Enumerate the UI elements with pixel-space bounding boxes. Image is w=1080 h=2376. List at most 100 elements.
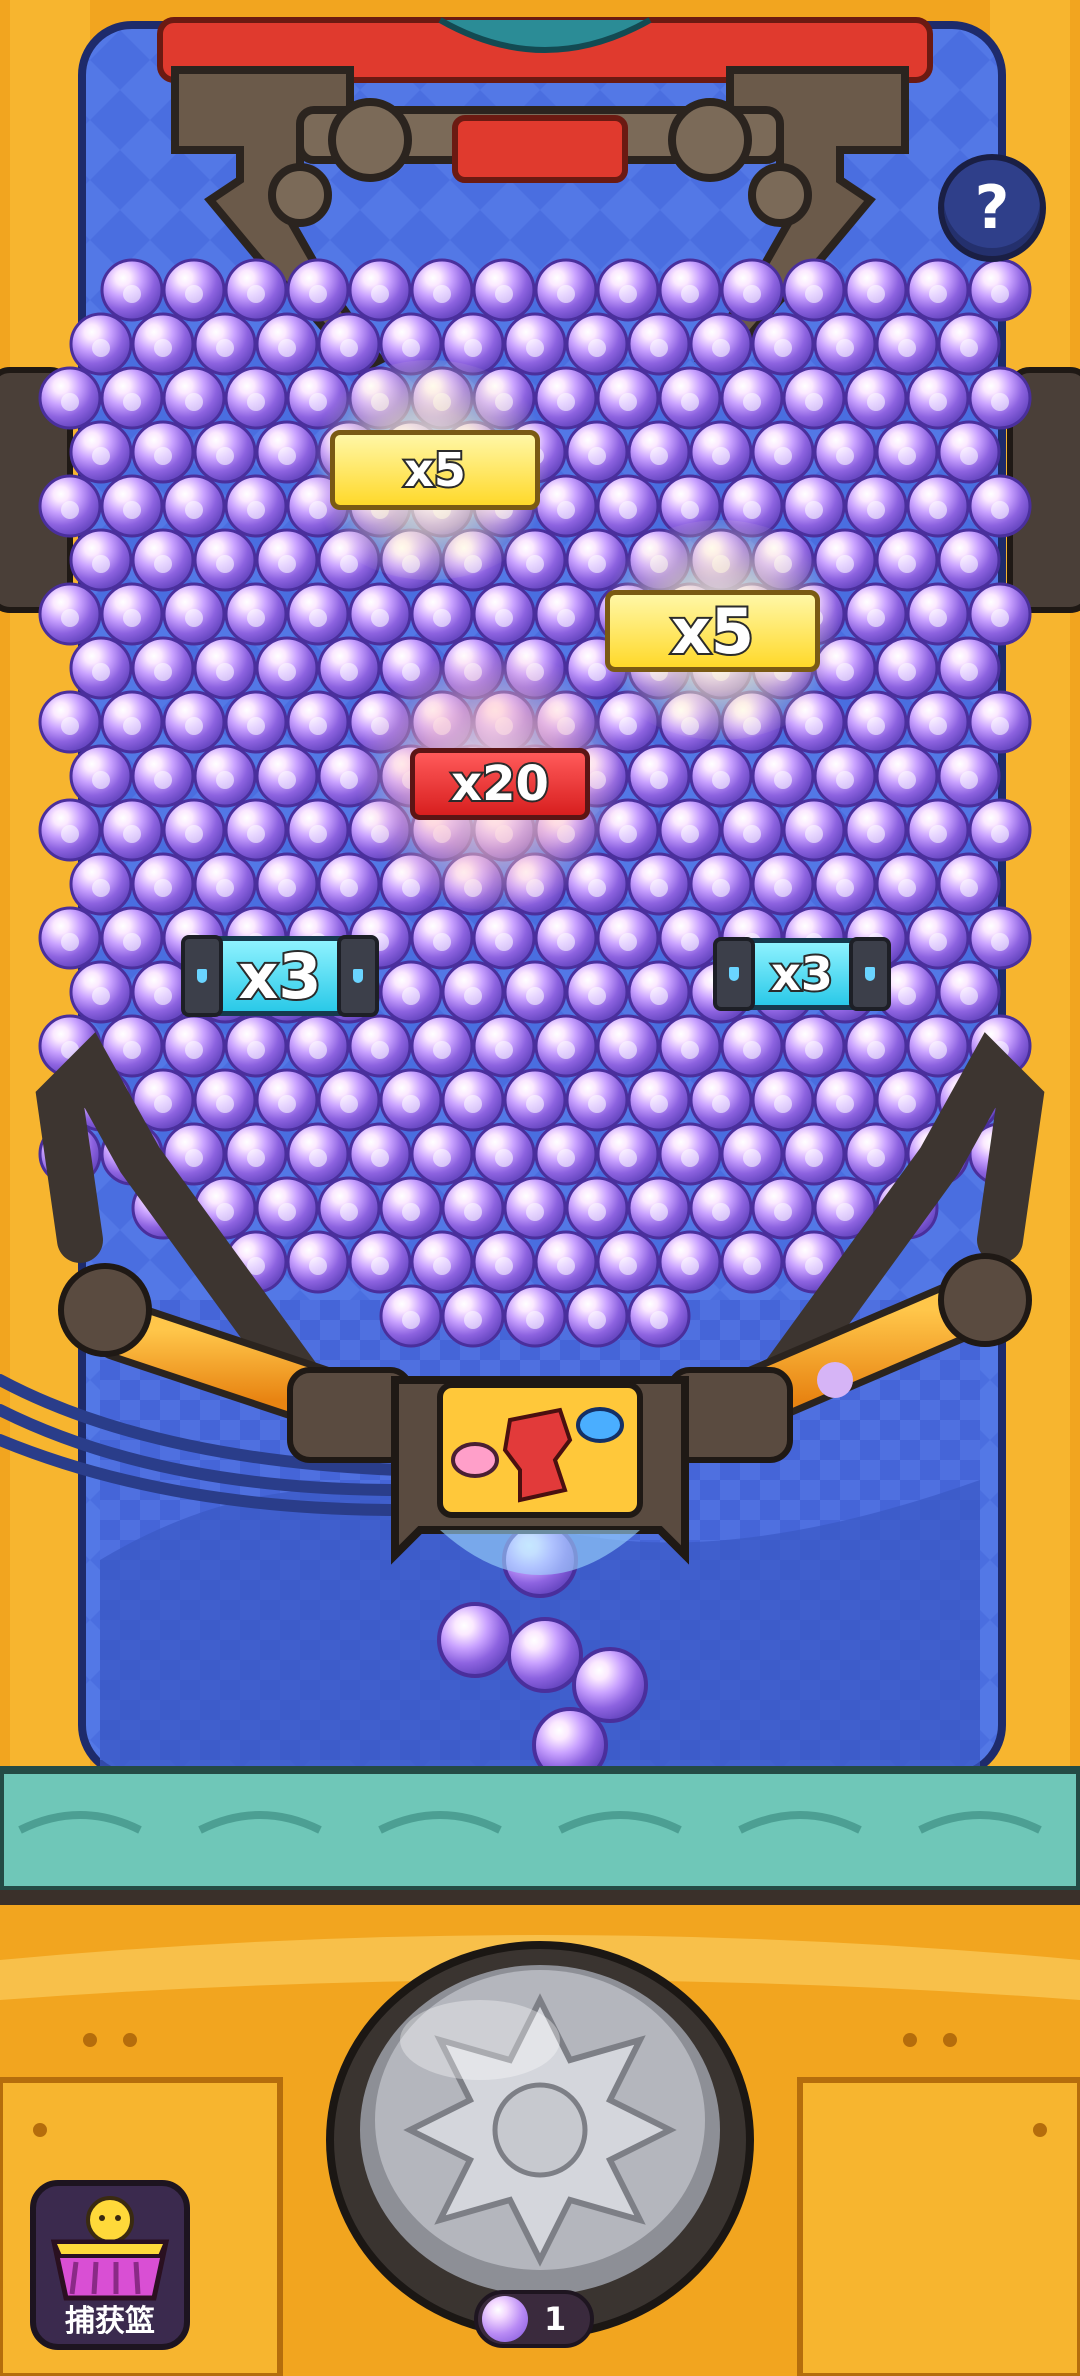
paw-print bbox=[960, 987, 978, 1005]
paw-print bbox=[123, 609, 141, 627]
paw-print bbox=[836, 771, 854, 789]
tag-cap-left bbox=[181, 935, 223, 1017]
paw-print bbox=[836, 555, 854, 573]
paw-print bbox=[154, 879, 172, 897]
paw-print bbox=[898, 339, 916, 357]
launch-button[interactable] bbox=[330, 1945, 750, 2335]
paw-print bbox=[712, 1095, 730, 1113]
paw-print bbox=[681, 393, 699, 411]
paw-print bbox=[619, 825, 637, 843]
paw-print bbox=[588, 1311, 606, 1329]
paw-print bbox=[216, 1203, 234, 1221]
basket-label: 捕获篮 bbox=[65, 2304, 155, 2339]
paw-print bbox=[464, 1311, 482, 1329]
paw-print bbox=[92, 339, 110, 357]
paw-print bbox=[278, 879, 296, 897]
paw-print bbox=[898, 1095, 916, 1113]
paw-print bbox=[805, 393, 823, 411]
paw-print bbox=[247, 1149, 265, 1167]
paw-print bbox=[588, 339, 606, 357]
paw-print bbox=[836, 1095, 854, 1113]
paw-print bbox=[154, 339, 172, 357]
paw-print bbox=[588, 879, 606, 897]
paw-print bbox=[309, 1149, 327, 1167]
paw-print bbox=[123, 501, 141, 519]
paw-print bbox=[433, 933, 451, 951]
paw-print bbox=[557, 393, 575, 411]
paw-print bbox=[464, 987, 482, 1005]
paw-print bbox=[805, 501, 823, 519]
multiplier-label: x5 bbox=[669, 593, 756, 670]
paw-print bbox=[557, 501, 575, 519]
basket-icon bbox=[50, 2196, 170, 2301]
ball-counter: 1 bbox=[474, 2290, 594, 2348]
paw-print bbox=[92, 663, 110, 681]
paw-print bbox=[991, 717, 1009, 735]
paw-print bbox=[650, 987, 668, 1005]
paw-print bbox=[557, 1257, 575, 1275]
paw-print bbox=[123, 825, 141, 843]
paw-print bbox=[495, 609, 513, 627]
paw-print bbox=[588, 987, 606, 1005]
paw-print bbox=[402, 987, 420, 1005]
paw-print bbox=[774, 447, 792, 465]
paw-print bbox=[278, 555, 296, 573]
multiplier-label: x5 bbox=[402, 441, 468, 499]
paw-print bbox=[185, 1149, 203, 1167]
paw-print bbox=[898, 987, 916, 1005]
paw-print bbox=[743, 1257, 761, 1275]
paw-print bbox=[216, 879, 234, 897]
paw-print bbox=[960, 879, 978, 897]
paw-print bbox=[650, 1203, 668, 1221]
falling-ball bbox=[437, 1602, 513, 1678]
paw-print bbox=[247, 609, 265, 627]
tag-cap-right bbox=[337, 935, 379, 1017]
paw-print bbox=[526, 1311, 544, 1329]
paw-print bbox=[805, 1257, 823, 1275]
paw-print bbox=[743, 1041, 761, 1059]
paw-print bbox=[61, 825, 79, 843]
paw-print bbox=[123, 717, 141, 735]
paw-print bbox=[867, 825, 885, 843]
paw-print bbox=[495, 933, 513, 951]
paw-print bbox=[247, 285, 265, 303]
paw-print bbox=[619, 1257, 637, 1275]
paw-print bbox=[309, 717, 327, 735]
paw-print bbox=[185, 1041, 203, 1059]
paw-print bbox=[278, 771, 296, 789]
paw-print bbox=[929, 717, 947, 735]
ball-count: 1 bbox=[544, 2300, 567, 2338]
tag-cap-left bbox=[713, 937, 755, 1011]
paw-print bbox=[743, 285, 761, 303]
paw-print bbox=[929, 1041, 947, 1059]
paw-print bbox=[216, 771, 234, 789]
paw-print bbox=[898, 771, 916, 789]
paw-print bbox=[216, 1095, 234, 1113]
paw-print bbox=[681, 285, 699, 303]
paw-print bbox=[867, 393, 885, 411]
paw-print bbox=[340, 1095, 358, 1113]
paw-print bbox=[154, 1095, 172, 1113]
paw-print bbox=[216, 663, 234, 681]
help-button[interactable]: ? bbox=[938, 154, 1046, 262]
paw-print bbox=[650, 879, 668, 897]
paw-print bbox=[309, 609, 327, 627]
paw-print bbox=[278, 1095, 296, 1113]
paw-print bbox=[619, 1149, 637, 1167]
paw-print bbox=[402, 1095, 420, 1113]
paw-print bbox=[805, 285, 823, 303]
paw-print bbox=[123, 393, 141, 411]
paw-print bbox=[867, 1041, 885, 1059]
paw-print bbox=[743, 1149, 761, 1167]
paw-print bbox=[92, 771, 110, 789]
paw-print bbox=[309, 1257, 327, 1275]
paw-print bbox=[588, 1095, 606, 1113]
paw-print bbox=[712, 771, 730, 789]
multiplier-label: x3 bbox=[769, 945, 835, 1003]
paw-print bbox=[61, 501, 79, 519]
paw-print bbox=[836, 339, 854, 357]
paw-print bbox=[464, 1095, 482, 1113]
paw-print bbox=[247, 501, 265, 519]
paw-print bbox=[557, 1041, 575, 1059]
paw-print bbox=[154, 771, 172, 789]
